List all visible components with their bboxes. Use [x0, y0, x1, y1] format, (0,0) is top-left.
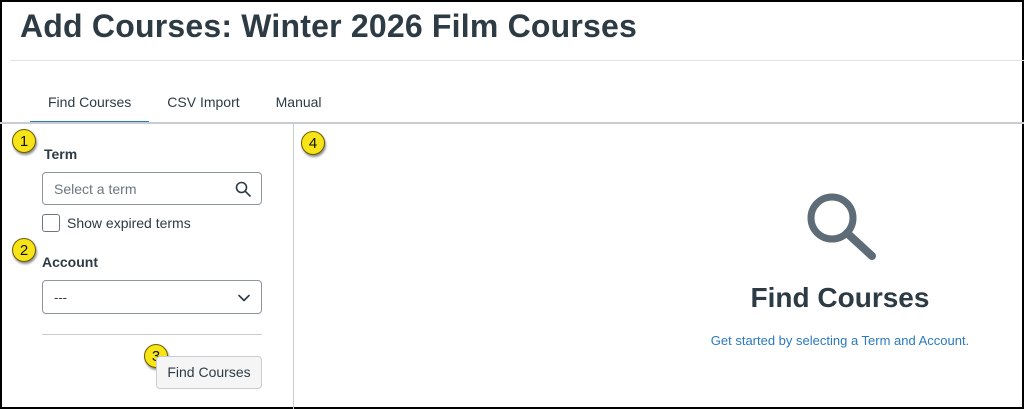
page-title: Add Courses: Winter 2026 Film Courses	[20, 8, 638, 44]
show-expired-checkbox[interactable]	[42, 214, 60, 232]
term-label: Term	[44, 146, 78, 162]
account-label: Account	[42, 254, 98, 270]
show-expired-row: Show expired terms	[42, 214, 191, 232]
tab-bar: Find Courses CSV Import Manual	[30, 86, 340, 124]
search-icon	[235, 181, 251, 197]
find-courses-button[interactable]: Find Courses	[156, 356, 262, 389]
account-selected-value: ---	[54, 290, 67, 305]
tab-find-courses[interactable]: Find Courses	[30, 86, 150, 124]
panel-divider	[42, 334, 262, 335]
callout-badge-4: 4	[301, 131, 325, 155]
term-placeholder: Select a term	[54, 181, 137, 197]
term-search-input[interactable]: Select a term	[42, 172, 262, 205]
callout-badge-2: 2	[12, 238, 36, 262]
search-icon	[807, 193, 876, 260]
show-expired-label: Show expired terms	[67, 215, 191, 231]
title-divider	[10, 60, 1024, 61]
chevron-down-icon	[238, 294, 250, 302]
tab-manual[interactable]: Manual	[258, 86, 340, 124]
callout-badge-1: 1	[12, 129, 36, 153]
account-select[interactable]: ---	[42, 280, 262, 314]
tab-csv-import[interactable]: CSV Import	[149, 86, 257, 124]
empty-state-subtitle: Get started by selecting a Term and Acco…	[710, 333, 970, 348]
empty-state-title: Find Courses	[750, 282, 930, 313]
